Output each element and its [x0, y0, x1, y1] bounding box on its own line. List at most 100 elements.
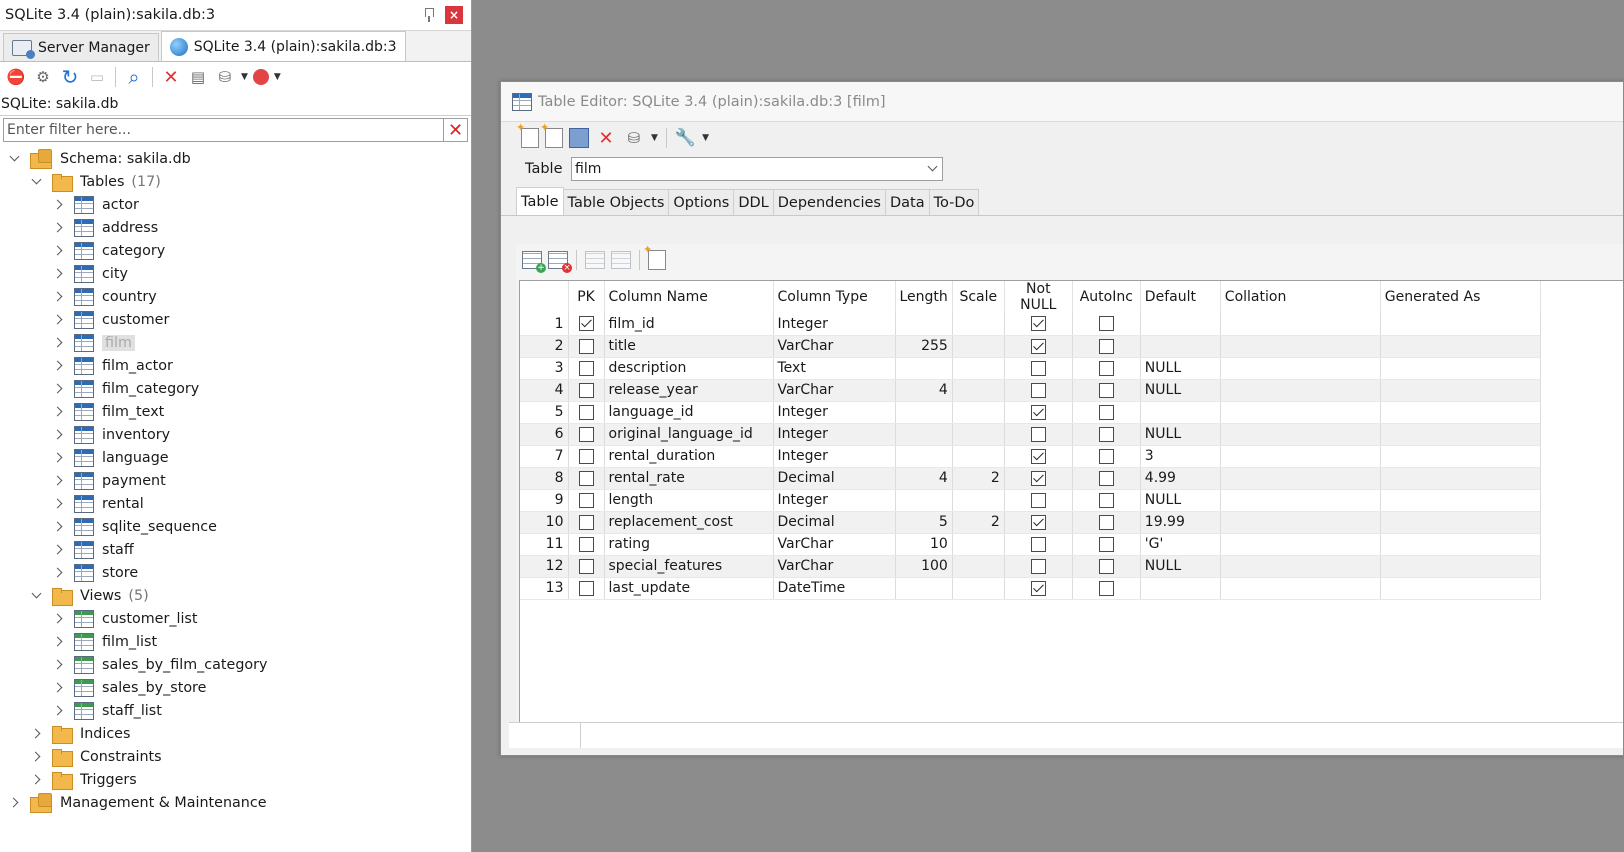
- pk-checkbox[interactable]: [578, 536, 594, 552]
- cell-collation[interactable]: [1220, 467, 1381, 490]
- not-null-checkbox[interactable]: [1030, 404, 1046, 420]
- tree-node-constraints[interactable]: Constraints: [0, 745, 471, 768]
- cell-column-name[interactable]: last_update: [604, 577, 774, 600]
- cell-default[interactable]: [1140, 577, 1221, 600]
- header-not-null[interactable]: Not NULL: [1004, 281, 1073, 313]
- table-row[interactable]: 10 replacement_cost Decimal 5 2 19.99: [520, 511, 1541, 534]
- cell-default[interactable]: [1140, 335, 1221, 358]
- pk-checkbox[interactable]: [578, 470, 594, 486]
- not-null-checkbox[interactable]: [1030, 558, 1046, 574]
- delete-icon[interactable]: ✕: [160, 66, 182, 88]
- cell-generated-as[interactable]: [1380, 511, 1541, 534]
- autoinc-checkbox[interactable]: [1098, 316, 1114, 332]
- tree-node-table[interactable]: film_actor: [0, 354, 471, 377]
- cell-collation[interactable]: [1220, 533, 1381, 556]
- cell-column-type[interactable]: VarChar: [773, 379, 896, 402]
- chevron-down-icon[interactable]: [924, 158, 942, 180]
- chevron-right-icon[interactable]: [52, 405, 66, 419]
- cell-column-type[interactable]: Integer: [773, 313, 896, 336]
- autoinc-checkbox[interactable]: [1098, 492, 1114, 508]
- autoinc-checkbox[interactable]: [1098, 558, 1114, 574]
- cell-default[interactable]: NULL: [1140, 555, 1221, 578]
- pk-checkbox[interactable]: [578, 426, 594, 442]
- chevron-right-icon[interactable]: [52, 336, 66, 350]
- table-row[interactable]: 8 rental_rate Decimal 4 2 4.99: [520, 467, 1541, 490]
- cell-length[interactable]: [895, 313, 953, 336]
- pin-icon[interactable]: [421, 7, 437, 23]
- header-length[interactable]: Length: [895, 281, 953, 313]
- pk-checkbox[interactable]: [578, 360, 594, 376]
- save-icon[interactable]: [569, 128, 589, 148]
- tree-node-table[interactable]: address: [0, 216, 471, 239]
- cell-scale[interactable]: [952, 357, 1005, 380]
- tree-node-triggers[interactable]: Triggers: [0, 768, 471, 791]
- cell-length[interactable]: 4: [895, 379, 953, 402]
- autoinc-checkbox[interactable]: [1098, 580, 1114, 596]
- cell-generated-as[interactable]: [1380, 401, 1541, 424]
- tree-node-table[interactable]: sqlite_sequence: [0, 515, 471, 538]
- table-row[interactable]: 4 release_year VarChar 4 NULL: [520, 379, 1541, 402]
- disconnect-icon[interactable]: ⛔: [5, 66, 27, 88]
- search-icon[interactable]: ⌕: [123, 65, 145, 89]
- cell-collation[interactable]: [1220, 489, 1381, 512]
- cell-default[interactable]: 4.99: [1140, 467, 1221, 490]
- connect-icon[interactable]: ⚙: [32, 66, 54, 88]
- chevron-right-icon[interactable]: [52, 451, 66, 465]
- table-row[interactable]: 12 special_features VarChar 100 NULL: [520, 555, 1541, 578]
- cell-generated-as[interactable]: [1380, 423, 1541, 446]
- cell-scale[interactable]: [952, 379, 1005, 402]
- tab-todo[interactable]: To-Do: [928, 189, 980, 215]
- close-panel-button[interactable]: ×: [445, 6, 463, 24]
- cell-column-name[interactable]: release_year: [604, 379, 774, 402]
- cell-generated-as[interactable]: [1380, 313, 1541, 336]
- cell-column-name[interactable]: rental_rate: [604, 467, 774, 490]
- cell-scale[interactable]: 2: [952, 467, 1005, 490]
- cell-scale[interactable]: [952, 489, 1005, 512]
- table-row[interactable]: 2 title VarChar 255: [520, 335, 1541, 358]
- cell-generated-as[interactable]: [1380, 555, 1541, 578]
- autoinc-checkbox[interactable]: [1098, 448, 1114, 464]
- cell-scale[interactable]: [952, 577, 1005, 600]
- chevron-right-icon[interactable]: [52, 290, 66, 304]
- sql-script-icon[interactable]: ▤: [187, 66, 209, 88]
- chevron-right-icon[interactable]: [52, 359, 66, 373]
- not-null-checkbox[interactable]: [1030, 338, 1046, 354]
- cell-column-type[interactable]: Decimal: [773, 467, 896, 490]
- cell-generated-as[interactable]: [1380, 379, 1541, 402]
- chevron-down-icon[interactable]: ▼: [274, 72, 281, 82]
- not-null-checkbox[interactable]: [1030, 470, 1046, 486]
- tree-node-table[interactable]: payment: [0, 469, 471, 492]
- table-row[interactable]: 13 last_update DateTime: [520, 577, 1541, 600]
- record-icon[interactable]: [252, 69, 269, 85]
- cell-length[interactable]: [895, 357, 953, 380]
- tab-table[interactable]: Table: [516, 187, 564, 215]
- tree-node-views[interactable]: Views (5): [0, 584, 471, 607]
- tree-node-table[interactable]: city: [0, 262, 471, 285]
- add-column-icon[interactable]: +: [522, 251, 546, 273]
- table-row[interactable]: 6 original_language_id Integer NULL: [520, 423, 1541, 446]
- chevron-right-icon[interactable]: [52, 566, 66, 580]
- chevron-right-icon[interactable]: [52, 681, 66, 695]
- chevron-down-icon[interactable]: [8, 152, 22, 166]
- cell-collation[interactable]: [1220, 335, 1381, 358]
- tree-node-table[interactable]: actor: [0, 193, 471, 216]
- autoinc-checkbox[interactable]: [1098, 470, 1114, 486]
- chevron-right-icon[interactable]: [30, 773, 44, 787]
- pk-checkbox[interactable]: [578, 448, 594, 464]
- tree-node-table[interactable]: customer: [0, 308, 471, 331]
- cell-column-name[interactable]: rating: [604, 533, 774, 556]
- cell-length[interactable]: 4: [895, 467, 953, 490]
- cell-column-type[interactable]: Integer: [773, 445, 896, 468]
- tree-node-schema[interactable]: Schema: sakila.db: [0, 147, 471, 170]
- chevron-right-icon[interactable]: [30, 727, 44, 741]
- clear-filter-icon[interactable]: ✕: [444, 118, 468, 142]
- pk-checkbox[interactable]: [578, 338, 594, 354]
- cell-column-type[interactable]: Integer: [773, 423, 896, 446]
- cell-length[interactable]: 100: [895, 555, 953, 578]
- cell-generated-as[interactable]: [1380, 467, 1541, 490]
- chevron-down-icon[interactable]: [30, 589, 44, 603]
- cell-length[interactable]: [895, 423, 953, 446]
- cell-column-name[interactable]: rental_duration: [604, 445, 774, 468]
- tree-node-table[interactable]: film_text: [0, 400, 471, 423]
- tree-node-indices[interactable]: Indices: [0, 722, 471, 745]
